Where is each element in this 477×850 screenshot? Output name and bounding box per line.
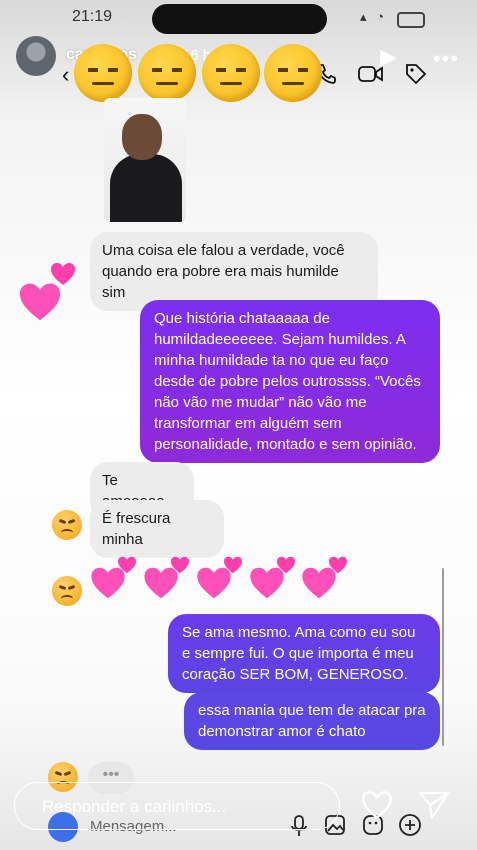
send-icon[interactable]: [418, 790, 450, 820]
heart-reaction-icon: [117, 556, 137, 574]
avatar[interactable]: [16, 36, 56, 76]
sad-emoji-avatar-icon: [52, 576, 82, 606]
outgoing-message[interactable]: Que história chataaaaa de humildadeeeeee…: [140, 300, 440, 463]
heart-reaction-icon: [170, 556, 190, 574]
more-options-icon[interactable]: •••: [433, 46, 459, 72]
tag-icon[interactable]: [404, 62, 428, 86]
battery-icon: [397, 12, 425, 28]
status-bar: 21:19 ▴ ◔: [0, 0, 477, 34]
outgoing-message[interactable]: essa mania que tem de atacar pra demonst…: [184, 692, 440, 750]
heart-reaction-icon: [276, 556, 296, 574]
heart-sticker-icon: [18, 282, 62, 322]
outgoing-message[interactable]: Se ama mesmo. Ama como eu sou e sempre f…: [168, 614, 440, 693]
sad-emoji-avatar-icon: [52, 510, 82, 540]
back-icon[interactable]: ‹: [62, 62, 69, 88]
expressionless-emoji-sticker: [138, 44, 196, 102]
expressionless-emoji-sticker: [74, 44, 132, 102]
reply-placeholder: Responder a carlinhos...: [42, 797, 227, 816]
like-heart-icon[interactable]: [360, 790, 394, 820]
heart-reaction-icon: [328, 556, 348, 574]
shared-photo[interactable]: [104, 98, 186, 222]
video-icon[interactable]: [358, 64, 384, 84]
expressionless-emoji-sticker: [264, 44, 322, 102]
story-screen: 21:19 ▴ ◔ carlinhos 16 h ▶ ••• ‹ Uma coi…: [0, 0, 477, 850]
dynamic-island: [152, 4, 327, 34]
expressionless-emoji-sticker: [202, 44, 260, 102]
scrollbar[interactable]: [442, 568, 444, 746]
status-time: 21:19: [72, 8, 113, 25]
incoming-message[interactable]: É frescura minha: [90, 500, 224, 558]
heart-reaction-icon: [223, 556, 243, 574]
signal-icon: ▴ ◔: [360, 9, 387, 24]
